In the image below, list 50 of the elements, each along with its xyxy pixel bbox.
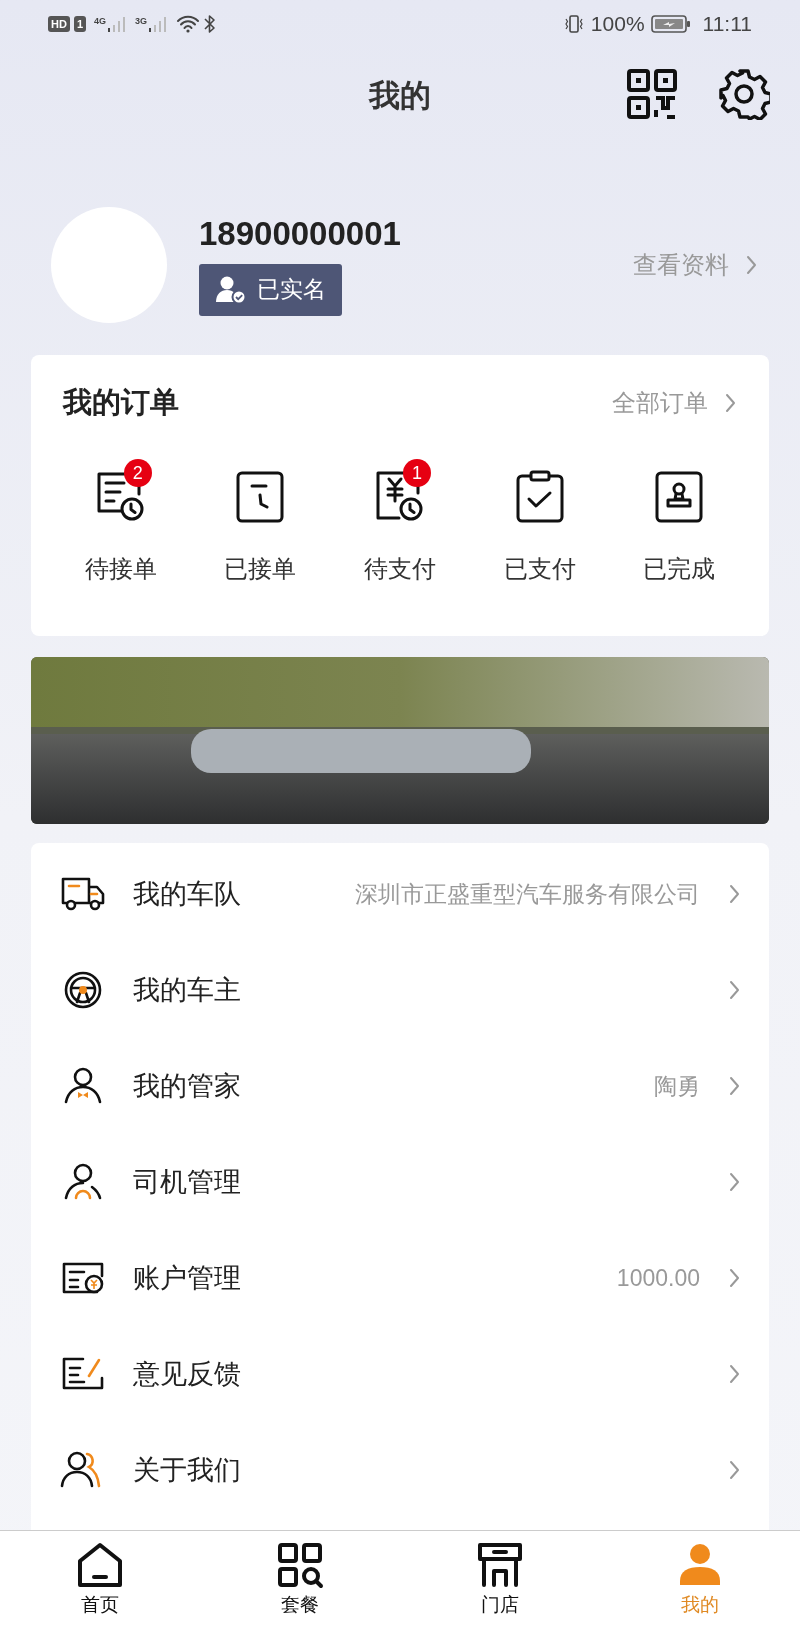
- grid-search-icon: [276, 1541, 324, 1589]
- tab-item[interactable]: 首页: [0, 1531, 200, 1633]
- signal-icon: [148, 16, 169, 32]
- hd-indicator: HD: [48, 16, 70, 32]
- order-status-button[interactable]: 已接单: [190, 455, 331, 587]
- chevron-right-icon: [745, 254, 758, 275]
- network-label: 4G: [94, 16, 107, 26]
- count-badge: 1: [403, 459, 431, 487]
- verified-user-icon: [215, 274, 247, 305]
- wifi-icon: [176, 15, 201, 33]
- status-time: 11:11: [702, 11, 752, 38]
- chevron-right-icon: [728, 1076, 741, 1096]
- storefront-icon: [476, 1541, 524, 1589]
- order-status-button[interactable]: 1 待支付: [330, 455, 470, 587]
- menu-value: 深圳市正盛重型汽车服务有限公司: [355, 879, 700, 909]
- menu-row[interactable]: 意见反馈: [31, 1326, 769, 1422]
- bluetooth-icon: [204, 14, 217, 34]
- order-status-button[interactable]: 已支付: [469, 455, 610, 587]
- orders-title: 我的订单: [63, 385, 179, 421]
- signal-icon: [107, 16, 128, 32]
- chevron-right-icon: [728, 1460, 741, 1480]
- network-label: 3G: [135, 16, 148, 26]
- settings-icon[interactable]: [718, 68, 770, 120]
- home-icon: [76, 1541, 124, 1589]
- chevron-right-icon: [728, 1172, 741, 1192]
- order-status-button[interactable]: 已完成: [609, 455, 749, 587]
- menu-row[interactable]: 关于我们: [31, 1422, 769, 1518]
- page-title: 我的: [369, 76, 431, 115]
- chevron-right-icon: [728, 1268, 741, 1288]
- chevron-right-icon: [728, 1364, 741, 1384]
- chevron-right-icon: [728, 884, 741, 904]
- menu-value: 1000.00: [616, 1263, 700, 1293]
- count-badge: 2: [123, 459, 152, 487]
- sim-indicator: 1: [73, 16, 86, 32]
- menu-row[interactable]: 我的管家 陶勇: [31, 1038, 769, 1134]
- menu-row[interactable]: 司机管理: [31, 1134, 769, 1230]
- battery-charging-icon: [650, 14, 691, 34]
- battery-percent: 100%: [590, 11, 645, 38]
- menu-row[interactable]: 我的车主: [31, 942, 769, 1038]
- menu-value: 陶勇: [654, 1071, 700, 1101]
- chevron-right-icon: [724, 393, 737, 413]
- chevron-right-icon: [728, 980, 741, 1000]
- tab-item[interactable]: 套餐: [200, 1531, 400, 1633]
- menu-row[interactable]: 我的车队 深圳市正盛重型汽车服务有限公司: [31, 846, 769, 942]
- qr-code-icon[interactable]: [626, 68, 678, 120]
- tab-item[interactable]: 门店: [400, 1531, 600, 1633]
- order-status-button[interactable]: 2 待接单: [51, 455, 191, 587]
- menu-row[interactable]: 账户管理 1000.00: [31, 1230, 769, 1326]
- verified-badge: 已实名: [199, 263, 342, 316]
- phone-number: 18900000001: [199, 213, 402, 254]
